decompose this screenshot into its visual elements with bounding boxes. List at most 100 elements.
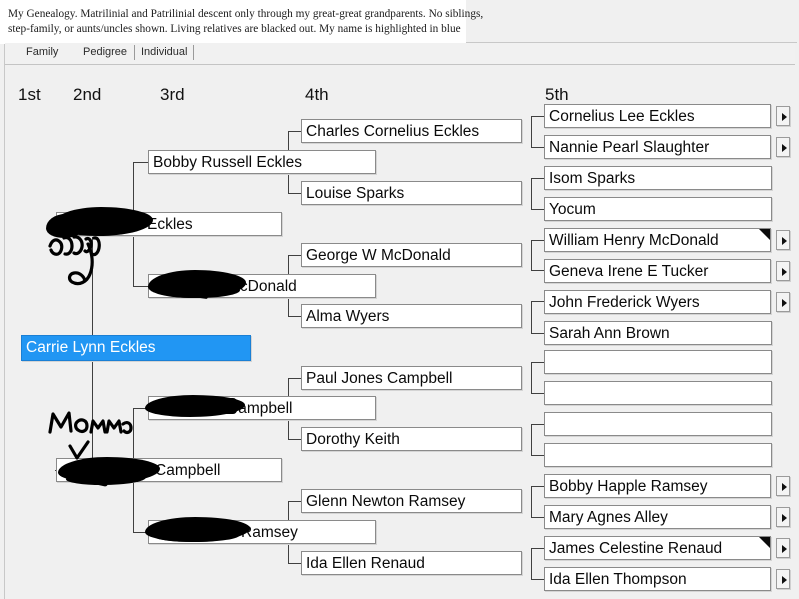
- connector-gen4-paul-stub: [288, 378, 302, 379]
- person-box-gen1-self[interactable]: Carrie Lynn Eckles: [21, 335, 251, 361]
- person-name-nannie-pearl-slaughter: Nannie Pearl Slaughter: [549, 139, 710, 156]
- expand-button-mary-agnes-alley[interactable]: [776, 507, 790, 527]
- person-box-gen5-isom-sparks[interactable]: Isom Sparks: [544, 166, 772, 190]
- person-name-carrie-lynn-eckles: Carrie Lynn Eckles: [26, 339, 156, 356]
- connector-gen4-charles-stub: [288, 131, 302, 132]
- connector-gen5-nannie-stub: [531, 147, 544, 148]
- person-box-gen4-paul-jones-campbell[interactable]: Paul Jones Campbell: [301, 366, 522, 390]
- person-box-gen4-dorothy-keith[interactable]: Dorothy Keith: [301, 427, 522, 451]
- connector-gen5-bobbyhapple-stub: [531, 486, 544, 487]
- tab-individual[interactable]: Individual: [141, 46, 187, 58]
- person-name-ida-ellen-renaud: Ida Ellen Renaud: [306, 555, 425, 572]
- person-box-gen5-empty-1[interactable]: [544, 350, 772, 374]
- connector-gen5-empty2-stub: [531, 393, 544, 394]
- expand-button-nannie-pearl-slaughter[interactable]: [776, 137, 790, 157]
- caption-line-1: My Genealogy. Matrilinial and Patrilinia…: [8, 8, 484, 20]
- person-box-gen4-ida-ellen-renaud[interactable]: Ida Ellen Renaud: [301, 551, 522, 575]
- expand-button-geneva-irene-e-tucker[interactable]: [776, 261, 790, 281]
- person-name-bobby-russell-eckles: Bobby Russell Eckles: [153, 154, 303, 171]
- chevron-right-icon: [782, 576, 787, 584]
- person-box-gen5-geneva-irene-e-tucker[interactable]: Geneva Irene E Tucker: [544, 259, 771, 283]
- connector-gen5-maryalley-stub: [531, 517, 544, 518]
- person-name-john-frederick-wyers: John Frederick Wyers: [549, 294, 700, 311]
- person-box-gen4-louise-sparks[interactable]: Louise Sparks: [301, 181, 522, 205]
- handwritten-note-daddy: [48, 235, 101, 286]
- connector-gen5-cornelius-stub: [531, 116, 544, 117]
- person-box-gen5-empty-2[interactable]: [544, 381, 772, 405]
- chevron-right-icon: [782, 268, 787, 276]
- person-box-gen5-james-celestine-renaud[interactable]: James Celestine Renaud: [544, 536, 771, 560]
- connector-gen4-georgew-stub: [288, 255, 302, 256]
- person-box-gen5-bobby-happle-ramsey[interactable]: Bobby Happle Ramsey: [544, 474, 771, 498]
- expand-button-ida-ellen-thompson[interactable]: [776, 569, 790, 589]
- caption-banner: My Genealogy. Matrilinial and Patrilinia…: [0, 0, 484, 44]
- person-box-gen4-alma-wyers[interactable]: Alma Wyers: [301, 304, 522, 328]
- corner-marker-icon: [759, 229, 770, 240]
- person-name-bobby-happle-ramsey: Bobby Happle Ramsey: [549, 478, 708, 495]
- person-name-yocum: Yocum: [549, 201, 596, 218]
- chevron-right-icon: [782, 483, 787, 491]
- person-name-isom-sparks: Isom Sparks: [549, 170, 636, 187]
- handwritten-note-momma: [48, 411, 133, 460]
- expand-button-james-celestine-renaud[interactable]: [776, 538, 790, 558]
- generation-header-5th: 5th: [545, 85, 569, 104]
- person-box-gen3-bobby-russell-eckles[interactable]: Bobby Russell Eckles: [148, 150, 376, 174]
- person-box-gen5-mary-agnes-alley[interactable]: Mary Agnes Alley: [544, 505, 771, 529]
- person-box-gen5-yocum[interactable]: Yocum: [544, 197, 772, 221]
- tab-pedigree[interactable]: Pedigree: [83, 46, 127, 58]
- person-name-gen2-mother: Campbell: [155, 462, 221, 479]
- person-name-paul-jones-campbell: Paul Jones Campbell: [306, 370, 453, 387]
- expand-button-william-henry-mcdonald[interactable]: [776, 230, 790, 250]
- connector-gen5-johnwyers-stub: [531, 301, 544, 302]
- person-box-gen5-john-frederick-wyers[interactable]: John Frederick Wyers: [544, 290, 771, 314]
- expand-button-cornelius-lee-eckles[interactable]: [776, 106, 790, 126]
- connector-gen5-pair6-branch: [531, 424, 532, 455]
- connector-gen3-mcdonald-stub: [133, 286, 149, 287]
- person-name-louise-sparks: Louise Sparks: [306, 185, 405, 202]
- chevron-right-icon: [782, 514, 787, 522]
- person-name-gen3-ramsey: Ramsey: [241, 524, 298, 541]
- chevron-right-icon: [782, 545, 787, 553]
- connector-gen5-pair3-branch: [531, 240, 532, 270]
- generation-header-1st: 1st: [18, 85, 41, 104]
- connector-gen5-empty4-stub: [531, 455, 544, 456]
- connector-gen3-bobby-stub: [133, 162, 149, 163]
- corner-marker-icon: [759, 537, 770, 548]
- redaction-gen3-campbell-2: [215, 398, 237, 414]
- expand-button-john-frederick-wyers[interactable]: [776, 292, 790, 312]
- connector-gen4-dorothy-stub: [288, 439, 302, 440]
- tab-divider-2: [193, 45, 194, 60]
- chevron-right-icon: [782, 299, 787, 307]
- connector-gen5-pair2-branch: [531, 178, 532, 209]
- genealogy-app-window: Family Pedigree Individual 1st 2nd 3rd 4…: [0, 0, 799, 599]
- connector-gen5-pair5-branch: [531, 362, 532, 393]
- person-name-dorothy-keith: Dorothy Keith: [306, 431, 400, 448]
- person-name-ida-ellen-thompson: Ida Ellen Thompson: [549, 571, 687, 588]
- person-box-gen5-william-henry-mcdonald[interactable]: William Henry McDonald: [544, 228, 771, 252]
- person-box-gen4-glenn-newton-ramsey[interactable]: Glenn Newton Ramsey: [301, 489, 522, 513]
- connector-gen5-jamesrenaud-stub: [531, 548, 544, 549]
- person-name-cornelius-lee-eckles: Cornelius Lee Eckles: [549, 108, 695, 125]
- person-box-gen4-george-w-mcdonald[interactable]: George W McDonald: [301, 243, 522, 267]
- person-name-gen2-father: Eckles: [147, 216, 193, 233]
- caption-line-2: step-family, or aunts/uncles shown. Livi…: [8, 23, 461, 35]
- connector-gen4-alma-stub: [288, 316, 302, 317]
- generation-header-4th: 4th: [305, 85, 329, 104]
- person-box-gen5-ida-ellen-thompson[interactable]: Ida Ellen Thompson: [544, 567, 771, 591]
- expand-button-bobby-happle-ramsey[interactable]: [776, 476, 790, 496]
- tab-family[interactable]: Family: [26, 46, 58, 58]
- person-box-gen5-cornelius-lee-eckles[interactable]: Cornelius Lee Eckles: [544, 104, 771, 128]
- person-name-william-henry-mcdonald: William Henry McDonald: [549, 232, 719, 249]
- generation-header-2nd: 2nd: [73, 85, 102, 104]
- person-name-alma-wyers: Alma Wyers: [306, 308, 390, 325]
- tab-strip: Family Pedigree Individual: [5, 43, 795, 65]
- person-box-gen5-nannie-pearl-slaughter[interactable]: Nannie Pearl Slaughter: [544, 135, 771, 159]
- person-box-gen4-charles-cornelius-eckles[interactable]: Charles Cornelius Eckles: [301, 119, 522, 143]
- connector-gen5-williamhenry-stub: [531, 240, 544, 241]
- chevron-right-icon: [782, 237, 787, 245]
- connector-gen5-idathompson-stub: [531, 579, 544, 580]
- person-name-charles-cornelius-eckles: Charles Cornelius Eckles: [306, 123, 480, 140]
- person-box-gen5-empty-4[interactable]: [544, 443, 772, 467]
- person-box-gen5-empty-3[interactable]: [544, 412, 772, 436]
- person-box-gen5-sarah-ann-brown[interactable]: Sarah Ann Brown: [544, 321, 772, 345]
